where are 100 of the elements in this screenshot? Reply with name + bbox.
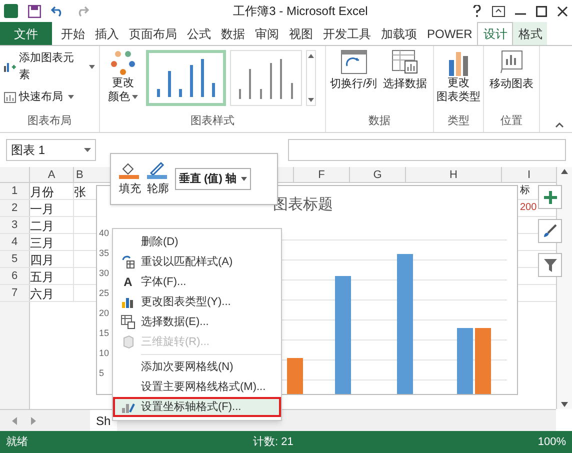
axis-label: 15 — [99, 327, 110, 340]
group-label: 图表样式 — [190, 114, 236, 128]
table-chart-icon — [392, 50, 418, 74]
scroll-down-icon[interactable] — [561, 402, 568, 407]
ribbon-tab[interactable]: 审阅 — [250, 22, 284, 45]
column-header[interactable]: F — [294, 167, 350, 182]
chart-styles-button[interactable] — [538, 219, 562, 243]
table-cell: 张 — [74, 185, 86, 199]
scroll-up-icon — [308, 54, 314, 58]
palette-dots-icon — [110, 50, 136, 76]
chart-plus-icon — [4, 60, 16, 72]
ribbon-tab[interactable]: 页面布局 — [124, 22, 182, 45]
move-chart-button[interactable]: 移动图表 — [484, 50, 539, 112]
ribbon-tab[interactable]: 公式 — [182, 22, 216, 45]
table-cell: 一月 — [30, 202, 54, 216]
dropdown-caret-icon — [89, 64, 95, 68]
filter-icon — [544, 258, 556, 272]
pencil-icon — [147, 160, 169, 179]
chart-bar — [457, 328, 473, 394]
row-header[interactable]: 1 — [0, 183, 30, 199]
change-chart-type-button[interactable]: 更改 图表类型 — [434, 50, 483, 112]
group-label: 类型 — [446, 114, 470, 128]
axis-label: 10 — [99, 347, 110, 360]
row-header[interactable]: 6 — [0, 268, 30, 284]
layout-icon — [4, 92, 16, 103]
add-chart-element-button[interactable]: 添加图表元素 — [4, 50, 95, 83]
menu-item[interactable]: A 字体(F)... — [113, 272, 281, 292]
group-label: 数据 — [368, 114, 392, 128]
row-header[interactable]: 2 — [0, 200, 30, 216]
ribbon-tab[interactable]: 格式 — [513, 22, 548, 45]
row-header[interactable]: 5 — [0, 251, 30, 267]
ribbon-tab[interactable]: 文件 — [0, 22, 52, 45]
collapse-ribbon-icon[interactable] — [555, 122, 564, 128]
column-header[interactable]: A — [30, 167, 74, 182]
help-icon[interactable] — [472, 5, 482, 17]
column-header[interactable]: B — [76, 169, 84, 181]
swap-table-icon — [340, 50, 367, 74]
switch-row-column-button[interactable]: 切换行/列 — [330, 50, 378, 112]
ribbon-tab[interactable]: 数据 — [216, 22, 250, 45]
table-cell: 200 — [520, 202, 537, 213]
ribbon-tab[interactable]: 设计 — [477, 22, 514, 45]
menu-item[interactable]: 删除(D) — [113, 232, 281, 252]
menu-item[interactable]: 设置主要网格线格式(M)... — [113, 377, 281, 397]
axis-label: 35 — [99, 247, 110, 260]
dropdown-value: 垂直 (值) 轴 — [179, 172, 236, 187]
select-data-button[interactable]: 选择数据 — [383, 50, 428, 112]
chart-element-dropdown[interactable]: 垂直 (值) 轴 — [175, 168, 251, 190]
chart-bar — [287, 358, 303, 394]
row-header[interactable]: 7 — [0, 285, 30, 301]
column-header[interactable]: G — [350, 167, 406, 182]
zoom-level[interactable]: 100% — [538, 434, 566, 450]
chart-filters-button[interactable] — [538, 253, 562, 277]
formula-input[interactable] — [288, 139, 566, 161]
table-cell: 标 — [520, 185, 530, 196]
dropdown-caret-icon — [241, 177, 247, 181]
table-cell: 六月 — [30, 287, 54, 301]
chart-elements-button[interactable] — [538, 185, 562, 209]
brush-icon — [543, 224, 557, 238]
excel-logo-icon — [4, 4, 18, 18]
ribbon-tab[interactable]: POWER — [422, 22, 478, 45]
table-cell: 月份 — [30, 185, 54, 199]
dropdown-caret-icon — [84, 148, 91, 152]
column-header[interactable]: H — [406, 167, 502, 182]
ribbon-tab[interactable]: 开发工具 — [318, 22, 376, 45]
row-header[interactable]: 4 — [0, 234, 30, 250]
axis-label: 30 — [99, 267, 110, 280]
ribbon-tab[interactable]: 加载项 — [376, 22, 422, 45]
bar-chart-icon — [448, 50, 470, 76]
ribbon-display-icon[interactable] — [492, 6, 505, 16]
table-cell: 二月 — [30, 219, 54, 233]
ribbon-tab[interactable]: 插入 — [90, 22, 124, 45]
menu-item[interactable]: 重设以匹配样式(A) — [113, 252, 281, 272]
menu-item[interactable]: 更改图表类型(Y)... — [113, 292, 281, 312]
gallery-scroll[interactable] — [306, 50, 316, 106]
ribbon-tab[interactable]: 开始 — [56, 22, 90, 45]
reset-style-icon — [121, 255, 135, 269]
font-icon: A — [124, 276, 132, 288]
chart-style-thumbnail[interactable] — [146, 50, 226, 106]
axis-label: 5 — [99, 367, 106, 380]
menu-item[interactable]: 设置坐标轴格式(F)... — [113, 397, 281, 417]
scroll-down-icon — [308, 98, 314, 102]
change-colors-button[interactable]: 更改 颜色 — [104, 50, 142, 112]
sheet-tab[interactable]: Sh — [90, 410, 117, 431]
name-box[interactable]: 图表 1 — [6, 139, 96, 161]
menu-item[interactable]: 选择数据(E)... — [113, 312, 281, 332]
save-icon[interactable] — [28, 4, 41, 18]
ribbon-tab[interactable]: 视图 — [284, 22, 318, 45]
scroll-up-icon[interactable] — [561, 169, 568, 174]
table-chart-icon — [121, 315, 135, 329]
chart-style-thumbnail[interactable] — [230, 50, 302, 106]
column-header[interactable]: I — [502, 167, 556, 182]
quick-layout-button[interactable]: 快速布局 — [4, 89, 95, 106]
plus-icon — [544, 190, 556, 204]
group-label: 图表布局 — [26, 114, 72, 128]
group-label: 位置 — [500, 114, 524, 128]
chart-bar — [475, 328, 491, 394]
close-icon[interactable] — [557, 6, 568, 16]
row-header[interactable]: 3 — [0, 217, 30, 233]
maximize-icon[interactable] — [536, 6, 547, 16]
menu-item[interactable]: 添加次要网格线(N) — [113, 357, 281, 377]
